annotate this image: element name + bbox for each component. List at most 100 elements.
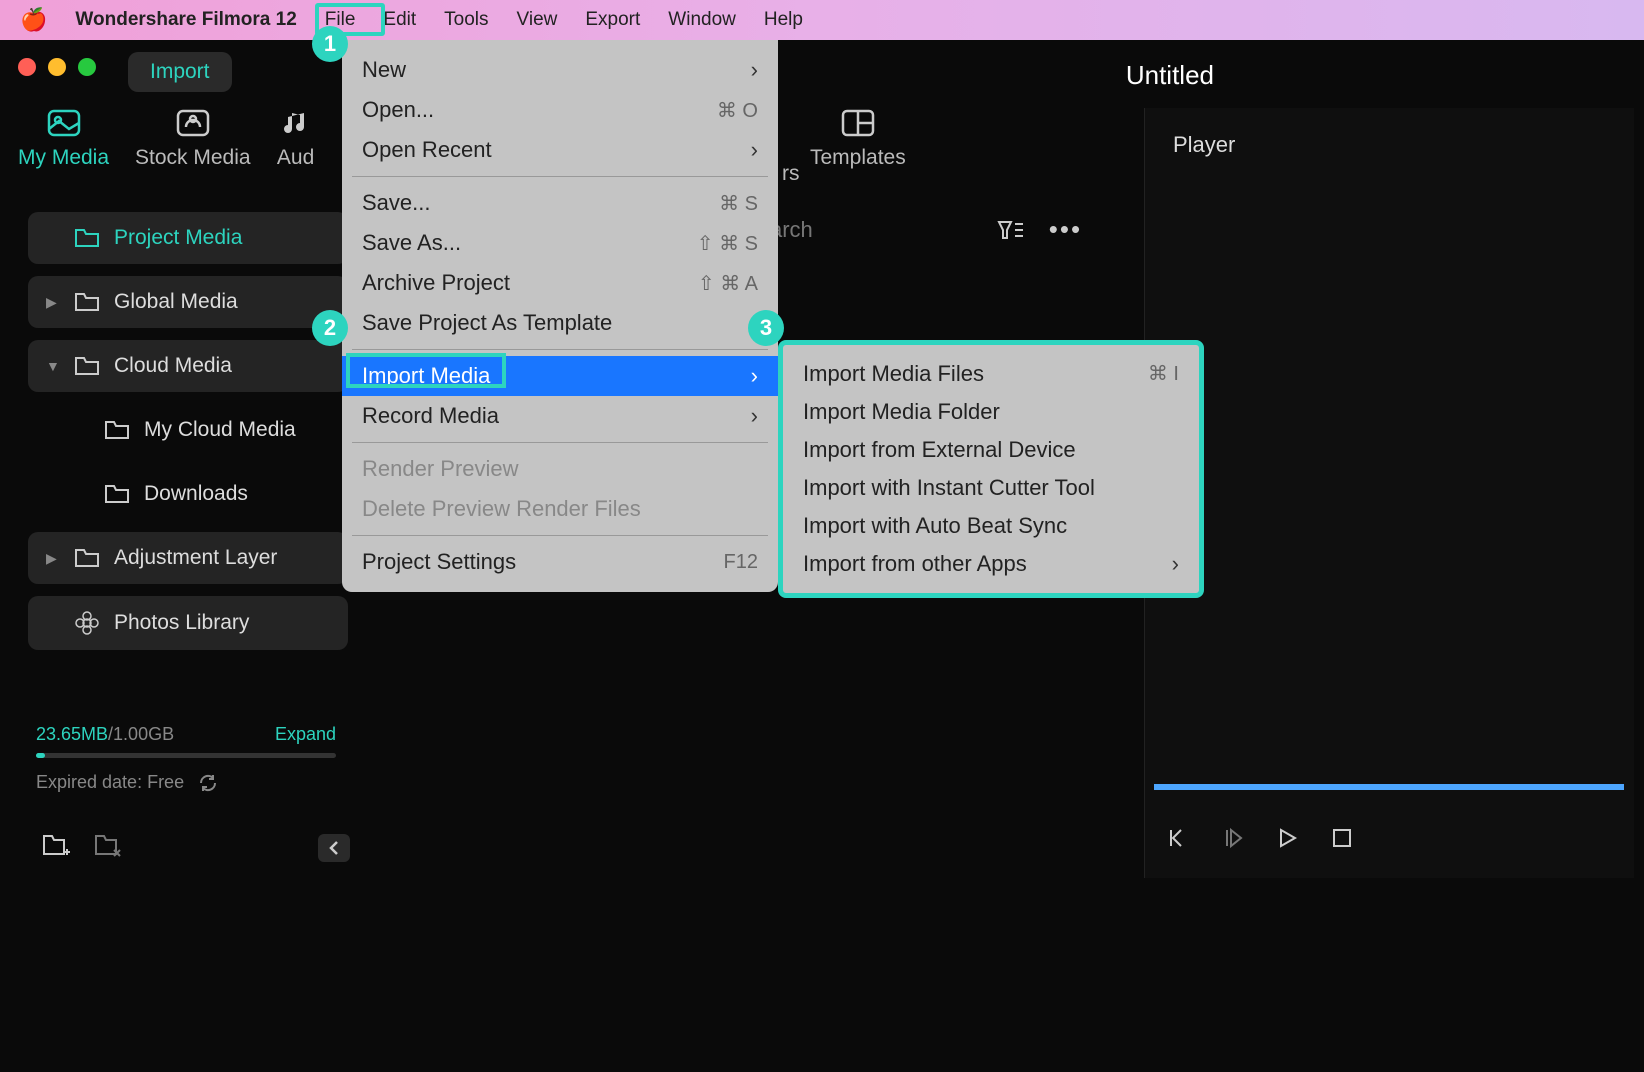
menu-separator	[352, 176, 768, 177]
submenu-import-other-apps[interactable]: Import from other Apps›	[783, 545, 1199, 583]
folder-icon	[74, 292, 100, 312]
tab-label: My Media	[18, 146, 109, 170]
menu-item-save-as[interactable]: Save As...⇧ ⌘ S	[342, 223, 778, 263]
chevron-left-icon	[328, 840, 340, 856]
import-media-submenu: Import Media Files ⌘ I Import Media Folde…	[778, 340, 1204, 598]
menubar-view[interactable]: View	[517, 9, 558, 31]
menu-item-render-preview: Render Preview	[342, 449, 778, 489]
apple-logo-icon[interactable]: 🍎	[20, 7, 47, 33]
submenu-import-instant-cutter[interactable]: Import with Instant Cutter Tool	[783, 469, 1199, 507]
menubar-tools[interactable]: Tools	[444, 9, 488, 31]
play-pause-icon[interactable]	[1221, 826, 1245, 850]
sidebar-item-downloads[interactable]: Downloads	[58, 468, 348, 520]
minimize-window-button[interactable]	[48, 58, 66, 76]
sidebar-item-global-media[interactable]: ▶ Global Media	[28, 276, 348, 328]
submenu-import-media-files[interactable]: Import Media Files ⌘ I	[783, 355, 1199, 393]
file-menu-dropdown: New› Open...⌘ O Open Recent› Save...⌘ S …	[342, 40, 778, 592]
menu-item-delete-preview: Delete Preview Render Files	[342, 489, 778, 529]
menu-separator	[352, 349, 768, 350]
chevron-right-icon: ▶	[46, 294, 60, 311]
tab-audio[interactable]: Aud	[277, 108, 315, 170]
menu-item-record-media[interactable]: Record Media›	[342, 396, 778, 436]
tab-label: Templates	[810, 146, 906, 170]
maximize-window-button[interactable]	[78, 58, 96, 76]
chevron-right-icon: ›	[751, 57, 758, 83]
search-toolbar: arch •••	[770, 214, 1082, 245]
menu-item-save-template[interactable]: Save Project As Template	[342, 303, 778, 343]
sidebar-item-project-media[interactable]: Project Media	[28, 212, 348, 264]
menu-item-import-media[interactable]: Import Media ›	[342, 356, 778, 396]
shortcut: ⌘ O	[717, 98, 758, 123]
menu-item-label: Import with Instant Cutter Tool	[803, 475, 1095, 501]
menu-item-label: Save Project As Template	[362, 310, 612, 336]
play-icon[interactable]	[1277, 826, 1299, 850]
menu-item-save[interactable]: Save...⌘ S	[342, 183, 778, 223]
menu-item-label: Import from other Apps	[803, 551, 1027, 577]
tab-stickers[interactable]: Templates	[810, 108, 906, 170]
sidebar-item-label: Global Media	[114, 290, 238, 314]
sidebar-item-my-cloud-media[interactable]: My Cloud Media	[58, 404, 348, 456]
menu-item-label: Project Settings	[362, 549, 516, 575]
menubar-export[interactable]: Export	[585, 9, 640, 31]
audio-icon	[277, 108, 315, 138]
menu-item-label: Import Media Folder	[803, 399, 1000, 425]
menu-item-label: Import Media Files	[803, 361, 984, 387]
sidebar-item-photos-library[interactable]: Photos Library	[28, 596, 348, 650]
expand-storage-link[interactable]: Expand	[275, 724, 336, 745]
shortcut: ⇧ ⌘ A	[698, 271, 758, 296]
menubar-app-name[interactable]: Wondershare Filmora 12	[75, 9, 296, 31]
shortcut: F12	[724, 551, 758, 574]
tab-my-media[interactable]: My Media	[18, 108, 109, 170]
refresh-icon[interactable]	[198, 773, 218, 793]
media-tabs: My Media Stock Media Aud	[18, 108, 315, 170]
menu-item-label: Open...	[362, 97, 434, 123]
collapse-sidebar-button[interactable]	[318, 834, 350, 862]
import-button[interactable]: Import	[128, 52, 232, 92]
sidebar-item-adjustment-layer[interactable]: ▶ Adjustment Layer	[28, 532, 348, 584]
player-panel: Player	[1144, 108, 1634, 878]
delete-folder-icon[interactable]	[94, 834, 122, 858]
storage-progress-bar	[36, 753, 336, 758]
tab-stock-media[interactable]: Stock Media	[135, 108, 251, 170]
sidebar-item-cloud-media[interactable]: ▼ Cloud Media	[28, 340, 348, 392]
sidebar-bottom-actions	[42, 834, 122, 858]
stock-media-icon	[174, 108, 212, 138]
submenu-import-auto-beat-sync[interactable]: Import with Auto Beat Sync	[783, 507, 1199, 545]
folder-icon	[74, 228, 100, 248]
menu-separator	[352, 442, 768, 443]
templates-icon	[839, 108, 877, 138]
menubar-window[interactable]: Window	[668, 9, 736, 31]
macos-menubar: 🍎 Wondershare Filmora 12 File Edit Tools…	[0, 0, 1644, 40]
project-title: Untitled	[1126, 60, 1214, 91]
shortcut: ⌘ I	[1148, 361, 1179, 387]
menu-item-open-recent[interactable]: Open Recent›	[342, 130, 778, 170]
annotation-badge-3: 3	[748, 310, 784, 346]
menu-item-label: New	[362, 57, 406, 83]
prev-frame-icon[interactable]	[1165, 826, 1189, 850]
menubar-edit[interactable]: Edit	[383, 9, 416, 31]
close-window-button[interactable]	[18, 58, 36, 76]
chevron-right-icon: ›	[751, 363, 758, 389]
window-controls	[18, 58, 96, 76]
stop-icon[interactable]	[1331, 827, 1353, 849]
sidebar-item-label: Project Media	[114, 226, 242, 250]
tab-partial: rs	[782, 162, 800, 186]
menu-item-archive-project[interactable]: Archive Project⇧ ⌘ A	[342, 263, 778, 303]
submenu-import-external-device[interactable]: Import from External Device	[783, 431, 1199, 469]
menu-item-project-settings[interactable]: Project Settings F12	[342, 542, 778, 582]
menubar-help[interactable]: Help	[764, 9, 803, 31]
more-options-icon[interactable]: •••	[1049, 214, 1082, 245]
submenu-import-media-folder[interactable]: Import Media Folder	[783, 393, 1199, 431]
folder-icon	[104, 484, 130, 504]
filter-icon[interactable]	[997, 218, 1025, 242]
sidebar-item-label: Downloads	[144, 482, 248, 506]
menu-item-open[interactable]: Open... ⌘ O	[342, 90, 778, 130]
my-media-icon	[45, 108, 83, 138]
menu-item-new[interactable]: New ›	[342, 50, 778, 90]
new-folder-icon[interactable]	[42, 834, 70, 858]
chevron-right-icon: ▶	[46, 550, 60, 567]
menu-item-label: Open Recent	[362, 137, 492, 163]
menu-item-label: Render Preview	[362, 456, 519, 482]
player-label: Player	[1145, 108, 1634, 182]
player-timeline[interactable]	[1154, 784, 1624, 790]
